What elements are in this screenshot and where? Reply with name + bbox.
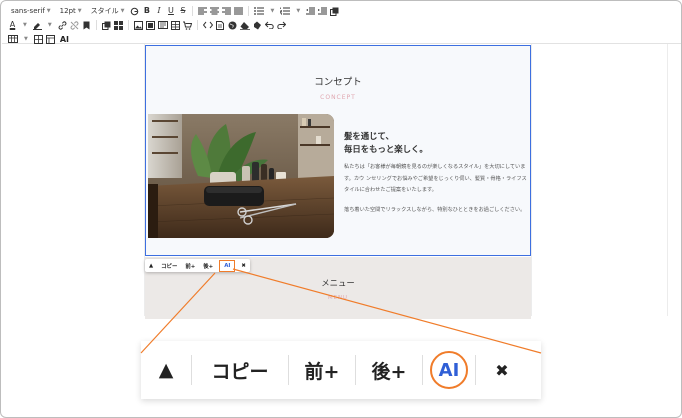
italic-button[interactable]: I <box>154 6 163 17</box>
numbered-list-icon[interactable] <box>280 6 291 17</box>
numbered-list-dropdown[interactable]: ▼ <box>293 5 303 17</box>
insert-before-button[interactable]: 前+ <box>181 259 199 272</box>
editor-toolbar: sans-serif ▼ 12pt ▼ スタイル ▼ B I U S ▼ ▼ A… <box>2 2 681 46</box>
toolbar-row-3: ▼ AI <box>8 32 71 46</box>
zoom-close-icon[interactable]: ✖ <box>476 341 528 399</box>
align-left-icon[interactable] <box>198 6 208 17</box>
text-color-button[interactable]: A <box>8 20 17 31</box>
text-color-dropdown[interactable]: ▼ <box>20 19 30 31</box>
format-painter-icon[interactable] <box>130 6 139 17</box>
indent-icon[interactable] <box>318 6 328 17</box>
ai-highlight-circle: AI <box>430 351 468 389</box>
style-select[interactable]: スタイル ▼ <box>88 5 128 17</box>
chevron-down-icon: ▼ <box>24 36 28 42</box>
copy-format-icon[interactable] <box>330 6 339 17</box>
salon-photo-illustration <box>148 114 334 238</box>
cart-icon[interactable] <box>182 20 192 31</box>
concept-section[interactable]: コンセプト CONCEPT 髪を通じて、 毎日をもっと楽しく。 私たちは「お客様… <box>145 45 531 256</box>
editor-window: sans-serif ▼ 12pt ▼ スタイル ▼ B I U S ▼ ▼ A… <box>0 0 682 418</box>
bullet-list-dropdown[interactable]: ▼ <box>267 5 277 17</box>
copy-block-button[interactable]: コピー <box>157 259 181 272</box>
grid-icon[interactable] <box>33 34 43 45</box>
table-dropdown[interactable]: ▼ <box>21 33 31 45</box>
align-center-icon[interactable] <box>210 6 220 17</box>
font-family-select[interactable]: sans-serif ▼ <box>8 5 54 17</box>
ai-block-button[interactable]: AI <box>219 259 236 272</box>
zoom-copy-button[interactable]: コピー <box>192 341 288 399</box>
chevron-down-icon: ▼ <box>77 8 82 14</box>
redo-icon[interactable] <box>277 20 286 31</box>
strikethrough-button[interactable]: S <box>178 6 187 17</box>
salon-photo[interactable] <box>148 114 334 238</box>
style-value: スタイル <box>90 7 119 15</box>
toolbar-divider <box>196 20 198 30</box>
zoomed-block-toolbar: ▲ コピー 前+ 後+ AI ✖ <box>141 341 541 399</box>
text-color-icon: A <box>9 20 16 29</box>
gallery-icon[interactable] <box>145 20 155 31</box>
content-guide-right <box>531 44 532 316</box>
zoom-move-up-button[interactable]: ▲ <box>141 341 191 399</box>
copy-icon[interactable] <box>101 20 111 31</box>
zoom-insert-before-button[interactable]: 前+ <box>289 341 355 399</box>
font-size-select[interactable]: 12pt ▼ <box>57 5 85 17</box>
document-icon[interactable] <box>216 20 225 31</box>
underline-button[interactable]: U <box>166 6 175 17</box>
chevron-down-icon: ▼ <box>296 8 301 14</box>
menu-subtitle: MENU <box>327 295 349 301</box>
eraser-icon[interactable] <box>239 20 250 31</box>
blocks-icon[interactable] <box>113 20 123 31</box>
headline-line-2: 毎日をもっと楽しく。 <box>344 144 428 154</box>
concept-subtitle: CONCEPT <box>320 94 356 101</box>
globe-icon[interactable] <box>228 20 237 31</box>
headline-line-1: 髪を通じて、 <box>344 131 394 141</box>
table-icon[interactable] <box>8 34 18 45</box>
code-icon[interactable] <box>202 20 213 31</box>
toolbar-divider <box>248 6 250 16</box>
toolbar-row-2: A ▼ ▼ <box>8 18 286 32</box>
outdent-icon[interactable] <box>306 6 316 17</box>
chevron-down-icon: ▼ <box>120 8 125 14</box>
bold-button[interactable]: B <box>142 6 151 17</box>
font-family-value: sans-serif <box>11 7 45 15</box>
zoom-ai-button[interactable]: AI <box>423 341 475 399</box>
highlight-button[interactable] <box>32 20 42 31</box>
bullet-list-icon[interactable] <box>254 6 265 17</box>
toolbar-row-1: sans-serif ▼ 12pt ▼ スタイル ▼ B I U S ▼ ▼ <box>8 4 339 18</box>
block-toolbar: ▲ コピー 前+ 後+ AI ✖ <box>145 259 250 272</box>
concept-title: コンセプト <box>314 77 362 88</box>
concept-headline: 髪を通じて、 毎日をもっと楽しく。 <box>344 130 428 156</box>
toolbar-divider <box>192 6 194 16</box>
undo-icon[interactable] <box>264 20 274 31</box>
ai-assist-button[interactable]: AI <box>58 35 71 44</box>
link-icon[interactable] <box>58 20 67 31</box>
table-insert-icon[interactable] <box>170 20 180 31</box>
paste-icon[interactable] <box>253 20 262 31</box>
page-guide-right <box>667 44 668 316</box>
bookmark-icon[interactable] <box>82 20 91 31</box>
align-right-icon[interactable] <box>222 6 232 17</box>
layout-icon[interactable] <box>45 34 55 45</box>
chevron-down-icon: ▼ <box>46 8 51 14</box>
toolbar-divider <box>127 20 129 30</box>
close-icon[interactable]: ✖ <box>237 259 250 272</box>
align-justify-icon[interactable] <box>234 6 244 17</box>
concept-body: 私たちは「お客様が毎朝鏡を見るのが楽しくなるスタイル」を大切にしています。カウ … <box>344 162 527 216</box>
chevron-down-icon: ▼ <box>270 8 275 14</box>
chevron-down-icon: ▼ <box>47 22 52 28</box>
unlink-icon[interactable] <box>70 20 79 31</box>
media-icon[interactable] <box>157 20 168 31</box>
move-up-button[interactable]: ▲ <box>145 259 157 272</box>
body-paragraph-1: 私たちは「お客様が毎朝鏡を見るのが楽しくなるスタイル」を大切にしています。カウ … <box>344 164 527 194</box>
menu-title: メニュー <box>321 278 355 288</box>
chevron-down-icon: ▼ <box>23 22 27 28</box>
image-icon[interactable] <box>133 20 143 31</box>
insert-after-button[interactable]: 後+ <box>199 259 217 272</box>
body-paragraph-2: 落ち着いた空間でリラックスしながら、特別なひとときをお過ごしください。 <box>344 206 526 213</box>
font-size-value: 12pt <box>59 7 76 15</box>
zoom-insert-after-button[interactable]: 後+ <box>356 341 422 399</box>
highlight-dropdown[interactable]: ▼ <box>45 19 55 31</box>
toolbar-divider <box>95 20 97 30</box>
